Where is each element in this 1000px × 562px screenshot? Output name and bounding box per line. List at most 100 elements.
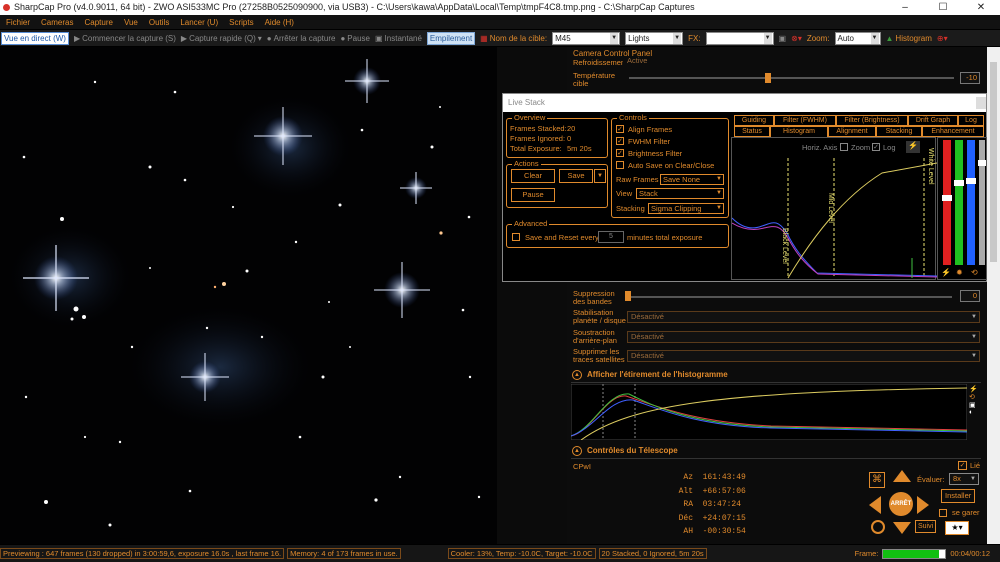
start-capture-button[interactable]: ▶ Commencer la capture (S) bbox=[74, 34, 176, 43]
target-temp-value[interactable]: -10 bbox=[960, 72, 980, 84]
banding-value[interactable]: 0 bbox=[960, 290, 980, 302]
stop-slew-button[interactable]: ARRÊT bbox=[889, 492, 913, 516]
blue-slider-thumb[interactable] bbox=[966, 178, 976, 184]
auto-save-label: Auto Save on Clear/Close bbox=[628, 161, 715, 170]
panel-scrollbar[interactable] bbox=[987, 47, 1000, 544]
rate-select[interactable]: 8x ▼ bbox=[949, 473, 979, 485]
menu-fichier[interactable]: Fichier bbox=[6, 18, 30, 27]
close-button[interactable]: ✕ bbox=[962, 0, 1000, 15]
tab-log[interactable]: Log bbox=[958, 115, 984, 126]
target-icon[interactable] bbox=[871, 520, 885, 534]
move-west-icon[interactable] bbox=[869, 496, 881, 514]
histogram-stretch-chart[interactable] bbox=[571, 384, 967, 440]
telescope-section-header[interactable]: ▲ Contrôles du Télescope bbox=[571, 445, 981, 459]
pause-stack-button[interactable]: Pause bbox=[511, 188, 555, 202]
tab-alignment[interactable]: Alignment bbox=[828, 126, 876, 137]
stacking-select[interactable]: Sigma Clipping ▼ bbox=[648, 203, 724, 214]
red-slider[interactable] bbox=[942, 140, 952, 265]
stacking-button[interactable]: Empilement bbox=[426, 31, 476, 45]
maximize-button[interactable]: ☐ bbox=[924, 0, 962, 15]
snapshot-button[interactable]: ▣ Instantané bbox=[375, 34, 422, 43]
tracking-button[interactable]: Suivi bbox=[915, 520, 937, 533]
menu-vue[interactable]: Vue bbox=[124, 18, 138, 27]
minimize-button[interactable]: – bbox=[886, 0, 924, 15]
tab-guiding[interactable]: Guiding bbox=[734, 115, 774, 126]
align-frames-checkbox[interactable]: ✓ bbox=[616, 125, 624, 133]
save-reset-checkbox[interactable] bbox=[512, 233, 520, 241]
tab-status[interactable]: Status bbox=[734, 126, 770, 137]
stop-capture-button[interactable]: ● Arrêter la capture bbox=[267, 34, 336, 43]
close-icon[interactable] bbox=[976, 97, 986, 109]
histogram-section-header[interactable]: ▲ Afficher l'étirement de l'histogramme bbox=[571, 369, 981, 383]
chevron-down-icon[interactable]: ▾ bbox=[258, 34, 262, 43]
menu-outils[interactable]: Outils bbox=[149, 18, 169, 27]
collapse-icon[interactable]: ▲ bbox=[572, 370, 582, 380]
lightning-icon[interactable]: ⚡ bbox=[969, 385, 981, 393]
clear-button[interactable]: Clear bbox=[511, 169, 555, 183]
red-slider-thumb[interactable] bbox=[942, 195, 952, 201]
menu-aide[interactable]: Aide (H) bbox=[265, 18, 294, 27]
green-slider-thumb[interactable] bbox=[954, 180, 964, 186]
histogram-button[interactable]: ▲ Histogram bbox=[886, 34, 932, 43]
tab-filter-brightness[interactable]: Filter (Brightness) bbox=[836, 115, 908, 126]
save-button[interactable]: Save bbox=[559, 169, 593, 183]
contrast-icon[interactable]: ◐ bbox=[969, 409, 981, 416]
reticle-icon[interactable]: ⊗▾ bbox=[791, 34, 802, 43]
quick-capture-button[interactable]: ▶ Capture rapide (Q) ▾ bbox=[181, 34, 262, 43]
luminance-slider-thumb[interactable] bbox=[978, 160, 986, 166]
fwhm-filter-checkbox[interactable]: ✓ bbox=[616, 137, 624, 145]
green-slider[interactable] bbox=[954, 140, 964, 265]
scrollbar-thumb[interactable] bbox=[990, 62, 997, 262]
tab-enhancement[interactable]: Enhancement bbox=[922, 126, 984, 137]
live-stack-titlebar[interactable]: Live Stack bbox=[503, 94, 986, 112]
preview-image[interactable] bbox=[0, 47, 497, 544]
auto-save-checkbox[interactable] bbox=[616, 161, 624, 169]
view-select[interactable]: Stack ▼ bbox=[636, 188, 724, 199]
tab-stacking[interactable]: Stacking bbox=[876, 126, 922, 137]
install-button[interactable]: Installer bbox=[941, 489, 976, 503]
target-temp-slider-thumb[interactable] bbox=[765, 73, 771, 83]
settings-icon[interactable]: ⊕▾ bbox=[937, 34, 948, 43]
pause-button[interactable]: ● Pause bbox=[340, 34, 370, 43]
raw-frames-select[interactable]: Save None ▼ bbox=[660, 174, 724, 185]
target-temp-slider[interactable] bbox=[629, 77, 954, 79]
expand-icon[interactable]: ▣ bbox=[969, 401, 981, 409]
spiral-search-icon[interactable]: ⌘ bbox=[869, 472, 885, 488]
reset-icon[interactable]: ⟲ bbox=[969, 393, 981, 401]
live-histogram[interactable]: Horiz. Axis Zoom ✓ Log ⚡ Black Level Mid… bbox=[731, 137, 937, 280]
satellite-select[interactable]: Désactivé ▼ bbox=[627, 350, 980, 362]
tab-drift-graph[interactable]: Drift Graph bbox=[908, 115, 958, 126]
collapse-icon[interactable]: ▲ bbox=[572, 446, 582, 456]
menu-cameras[interactable]: Cameras bbox=[41, 18, 73, 27]
tab-filter-fwhm[interactable]: Filter (FWHM) bbox=[774, 115, 836, 126]
chevron-down-icon: ▼ bbox=[971, 353, 977, 359]
park-checkbox[interactable] bbox=[939, 509, 947, 517]
reset-icon[interactable]: ⟲ bbox=[971, 268, 978, 277]
zoom-select[interactable]: Auto ▼ bbox=[834, 31, 881, 45]
live-view-button[interactable]: Vue en direct (W) bbox=[1, 31, 69, 45]
move-north-icon[interactable] bbox=[893, 470, 911, 482]
frame-type-select[interactable]: Lights ▼ bbox=[625, 31, 684, 45]
banding-slider[interactable] bbox=[627, 296, 952, 298]
target-name-input[interactable]: M45 ▼ bbox=[552, 31, 621, 45]
blue-slider[interactable] bbox=[966, 140, 976, 265]
banding-slider-thumb[interactable] bbox=[625, 291, 631, 301]
save-dropdown-icon[interactable]: ▼ bbox=[594, 169, 606, 183]
sun-icon[interactable]: ✹ bbox=[956, 268, 963, 277]
linked-checkbox[interactable]: ✓ bbox=[958, 461, 967, 470]
menu-capture[interactable]: Capture bbox=[84, 18, 112, 27]
bg-subtract-select[interactable]: Désactivé ▼ bbox=[627, 331, 980, 343]
fx-select[interactable]: ▼ bbox=[705, 31, 774, 45]
fx-settings-icon[interactable]: ▣ bbox=[779, 34, 787, 43]
move-east-icon[interactable] bbox=[917, 496, 929, 514]
save-reset-spinner[interactable]: 5 bbox=[598, 231, 624, 243]
lightning-icon[interactable]: ⚡ bbox=[941, 268, 951, 277]
favorites-star-icon[interactable]: ★▾ bbox=[945, 521, 969, 535]
tab-histogram[interactable]: Histogram bbox=[770, 126, 828, 137]
move-south-icon[interactable] bbox=[893, 522, 911, 534]
menu-scripts[interactable]: Scripts bbox=[229, 18, 253, 27]
brightness-filter-checkbox[interactable]: ✓ bbox=[616, 149, 624, 157]
luminance-slider[interactable] bbox=[978, 140, 986, 265]
stabilization-select[interactable]: Désactivé ▼ bbox=[627, 311, 980, 323]
menu-lancer[interactable]: Lancer (U) bbox=[180, 18, 218, 27]
